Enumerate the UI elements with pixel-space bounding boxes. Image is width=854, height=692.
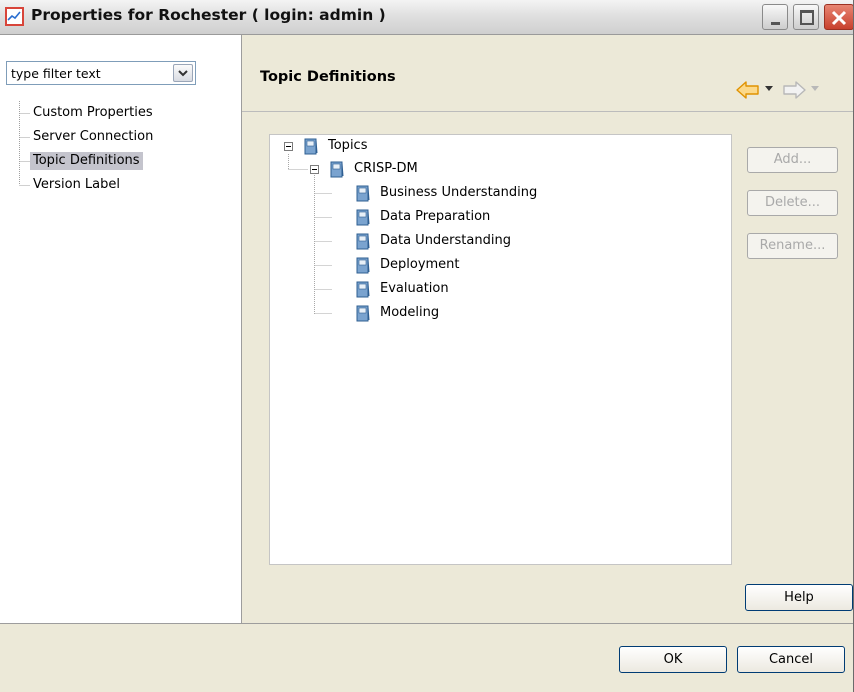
back-history-dropdown-icon[interactable] [765,86,773,91]
close-icon [831,10,847,26]
book-icon [356,281,370,298]
book-icon [330,161,344,178]
properties-window: Properties for Rochester ( login: admin … [0,0,854,692]
tree-node-label: Modeling [380,305,440,320]
dialog-button-bar: OK Cancel [0,623,853,692]
arrow-left-icon[interactable] [736,81,760,99]
filter-dropdown-button[interactable] [173,64,193,82]
property-pages-pane: Custom Properties Server Connection Topi… [0,35,242,623]
delete-button[interactable]: Delete... [747,190,838,216]
book-icon [356,185,370,202]
close-button[interactable] [824,4,853,30]
tree-node-label: Data Preparation [380,209,491,224]
chevron-down-icon [178,70,188,77]
tree-node-label: Deployment [380,257,460,272]
book-icon [304,138,318,155]
rename-button[interactable]: Rename... [747,233,838,259]
sidebar-item-server-connection[interactable]: Server Connection [30,126,156,148]
topic-definitions-page: Topic Definitions Topics CRISP-DM Busine… [242,35,853,623]
filter-combobox[interactable] [6,61,196,85]
minimize-button[interactable] [762,4,788,30]
title-bar[interactable]: Properties for Rochester ( login: admin … [0,0,853,35]
window-title: Properties for Rochester ( login: admin … [31,6,386,24]
tree-node-label: Business Understanding [380,185,538,200]
book-icon [356,209,370,226]
sidebar-item-label: Version Label [33,177,121,192]
page-header: Topic Definitions [242,35,853,112]
tree-node-label: CRISP-DM [354,161,418,176]
filter-input[interactable] [7,62,171,84]
sidebar-item-topic-definitions[interactable]: Topic Definitions [30,150,143,172]
chart-icon [5,7,24,26]
book-icon [356,305,370,322]
ok-button[interactable]: OK [619,646,727,673]
cancel-button[interactable]: Cancel [737,646,845,673]
sidebar-item-version-label[interactable]: Version Label [30,174,123,196]
topics-tree[interactable]: Topics CRISP-DM Business Understanding D… [269,134,732,565]
book-icon [356,257,370,274]
sidebar-item-label: Custom Properties [33,105,153,120]
sidebar-item-label: Server Connection [33,129,154,144]
maximize-button[interactable] [793,4,819,30]
tree-node-label: Evaluation [380,281,449,296]
help-button[interactable]: Help [745,584,853,611]
sidebar-item-custom-properties[interactable]: Custom Properties [30,102,156,124]
arrow-right-icon [783,81,806,99]
forward-history-dropdown-icon [811,86,819,91]
collapse-crisp-dm-button[interactable] [310,165,319,174]
sidebar-item-label: Topic Definitions [30,152,143,170]
add-button[interactable]: Add... [747,147,838,173]
tree-node-label: Data Understanding [380,233,511,248]
collapse-topics-button[interactable] [284,142,293,151]
tree-node-label: Topics [328,138,368,153]
page-title: Topic Definitions [260,69,396,85]
book-icon [356,233,370,250]
